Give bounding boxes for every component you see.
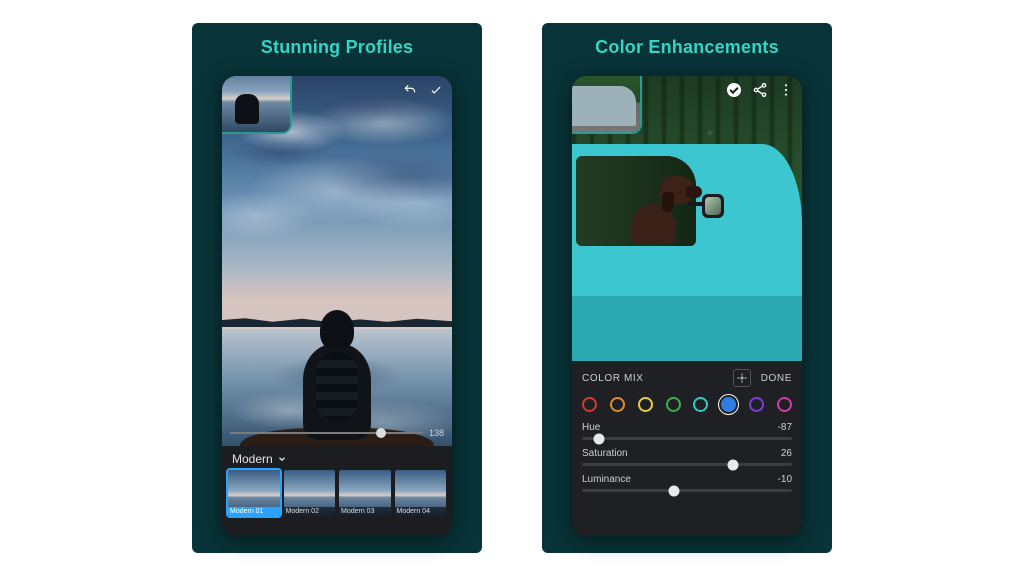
original-thumbnail[interactable] [222, 76, 292, 134]
share-icon[interactable] [752, 82, 768, 98]
undo-icon[interactable] [402, 82, 418, 98]
profile-intensity-slider[interactable]: 138 [230, 424, 444, 442]
swatch-red[interactable] [582, 397, 597, 412]
swatch-orange[interactable] [610, 397, 625, 412]
swatch-green[interactable] [666, 397, 681, 412]
target-adjust-button[interactable] [733, 369, 751, 387]
profile-thumb-label: Modern 01 [228, 507, 280, 516]
circle-check-icon[interactable] [726, 82, 742, 98]
profile-thumb-label: Modern 04 [395, 507, 447, 516]
profile-thumb[interactable]: Modern 04 [395, 470, 447, 516]
profile-thumb[interactable]: Modern 02 [284, 470, 336, 516]
profiles-phone: 138 Modern Modern 01Modern 02Modern 03Mo… [222, 76, 452, 536]
slider-label: Saturation [582, 448, 628, 459]
profiles-panel: Stunning Profiles [192, 23, 482, 553]
profile-category-label: Modern [232, 452, 273, 466]
swatch-magenta[interactable] [777, 397, 792, 412]
profile-thumb[interactable]: Modern 03 [339, 470, 391, 516]
more-icon[interactable] [778, 82, 794, 98]
section-label: COLOR MIX [582, 373, 644, 384]
color-mix-editor: COLOR MIX DONE Hue -87 Saturation 26 Luminan… [572, 361, 802, 536]
slider-value: 26 [781, 448, 792, 459]
slider-hue[interactable]: Hue -87 [582, 422, 792, 440]
original-thumbnail[interactable] [572, 76, 642, 134]
check-icon[interactable] [428, 82, 444, 98]
color-panel: Color Enhancements [542, 23, 832, 553]
swatch-aqua[interactable] [693, 397, 708, 412]
slider-value: -10 [778, 474, 792, 485]
slider-saturation[interactable]: Saturation 26 [582, 448, 792, 466]
profile-strip: Modern Modern 01 Modern 02Modern 03 Modern… [222, 446, 452, 536]
profile-category-dropdown[interactable]: Modern [222, 446, 452, 470]
profiles-title: Stunning Profiles [261, 37, 413, 58]
slider-luminance[interactable]: Luminance -10 [582, 474, 792, 492]
profile-thumb-label: Modern 03 [339, 507, 391, 516]
done-button[interactable]: DONE [761, 373, 792, 384]
color-phone: COLOR MIX DONE Hue -87 Saturation 26 Luminan… [572, 76, 802, 536]
color-title: Color Enhancements [595, 37, 779, 58]
slider-label: Hue [582, 422, 600, 433]
swatch-yellow[interactable] [638, 397, 653, 412]
profile-thumb[interactable]: Modern 01 [228, 470, 280, 516]
profile-thumb-label: Modern 02 [284, 507, 336, 516]
slider-value: -87 [778, 422, 792, 433]
chevron-down-icon [277, 454, 287, 464]
slider-label: Luminance [582, 474, 631, 485]
swatch-purple[interactable] [749, 397, 764, 412]
swatch-blue[interactable] [721, 397, 736, 412]
intensity-value: 138 [429, 428, 444, 438]
target-icon [736, 372, 748, 384]
